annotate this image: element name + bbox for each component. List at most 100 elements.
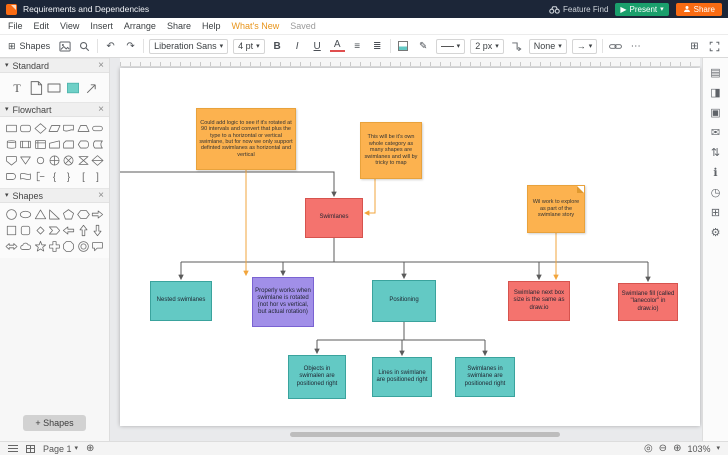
zoom-level[interactable]: 103% (687, 444, 710, 454)
bold-button[interactable]: B (270, 38, 285, 54)
shape-decision[interactable] (34, 121, 47, 136)
line-color-button[interactable]: ✎ (416, 38, 431, 54)
document-list-icon[interactable] (8, 445, 18, 452)
shape-cylinder[interactable] (5, 137, 18, 152)
shape-merge[interactable] (19, 153, 32, 168)
insert-image-icon[interactable] (57, 38, 72, 54)
close-icon[interactable]: × (98, 104, 104, 115)
shape-filled-rect[interactable] (64, 78, 82, 97)
menu-item-file[interactable]: File (8, 21, 23, 31)
fullscreen-icon[interactable] (707, 38, 722, 54)
node-note-explore-swimlane-story[interactable]: Wil work to explore as part of the swiml… (527, 185, 585, 233)
node-swimlane-fill[interactable]: Swimlane fill (called "lanecolor" in dra… (618, 283, 678, 321)
menu-item-what-s-new[interactable]: What's New (231, 21, 279, 31)
node-properly-works-rotated[interactable]: Properly works when swimlane is rotated … (252, 277, 314, 327)
shape-triangle[interactable] (34, 207, 47, 222)
menu-item-view[interactable]: View (60, 21, 79, 31)
italic-button[interactable]: I (290, 38, 305, 54)
shape-rounded[interactable] (19, 121, 32, 136)
menu-item-edit[interactable]: Edit (34, 21, 50, 31)
shape-manual-input[interactable] (48, 137, 61, 152)
shape-arrow-right[interactable] (91, 207, 104, 222)
menu-item-arrange[interactable]: Arrange (124, 21, 156, 31)
page-selector[interactable]: Page 1 ▾ (43, 444, 78, 454)
shape-cloud[interactable] (19, 239, 32, 254)
page-grid-icon[interactable] (26, 445, 35, 453)
node-note-rotation-logic[interactable]: Could add logic to see if it's rotated a… (196, 108, 296, 170)
shape-plus[interactable] (48, 239, 61, 254)
shape-card[interactable] (62, 137, 75, 152)
zoom-out-button[interactable]: ⊖ (659, 444, 667, 454)
more-shapes-button[interactable]: + Shapes (23, 415, 85, 431)
shape-square[interactable] (5, 223, 18, 238)
font-family-select[interactable]: Liberation Sans ▾ (149, 39, 228, 54)
shape-bracket-left[interactable]: [ (76, 169, 89, 184)
stroke-width-select[interactable]: 2 px ▾ (470, 39, 504, 54)
menu-item-help[interactable]: Help (202, 21, 221, 31)
panel-document-icon[interactable]: ▤ (710, 68, 720, 79)
more-options-button[interactable]: ⋯ (628, 38, 643, 54)
section-header-standard[interactable]: ▾Standard× (0, 58, 109, 73)
link-icon[interactable] (608, 38, 623, 54)
font-size-select[interactable]: 4 pt ▾ (233, 39, 265, 54)
zoom-fit-icon[interactable]: ◎ (644, 444, 653, 454)
zoom-in-button[interactable]: ⊕ (673, 444, 681, 454)
node-objects-positioned[interactable]: Objects in swimalen are positioned right (288, 355, 346, 399)
shape-internal-storage[interactable] (34, 137, 47, 152)
menu-item-share[interactable]: Share (167, 21, 191, 31)
panel-history-icon[interactable]: ◷ (711, 188, 721, 199)
shape-arrow-up[interactable] (76, 223, 89, 238)
panel-layers-icon[interactable]: ⊞ (711, 208, 720, 219)
document-title[interactable]: Requirements and Dependencies (23, 4, 149, 14)
node-lines-positioned[interactable]: Lines in swimlane are positioned right (372, 357, 432, 397)
shape-off-page[interactable] (5, 153, 18, 168)
shape-circle[interactable] (5, 207, 18, 222)
shape-note[interactable] (27, 78, 45, 97)
shape-chevron[interactable] (48, 223, 61, 238)
shape-predefined[interactable] (19, 137, 32, 152)
shape-connector-dot[interactable] (34, 153, 47, 168)
node-note-own-category[interactable]: This will be it's own whole category as … (360, 122, 422, 179)
shape-hexagon[interactable] (76, 207, 89, 222)
shape-paper-tape[interactable] (19, 169, 32, 184)
panel-settings-icon[interactable]: ⚙ (711, 228, 721, 239)
shape-process[interactable] (5, 121, 18, 136)
shape-arrow-both[interactable] (5, 239, 18, 254)
panel-shapes-icon[interactable]: ◨ (710, 88, 720, 99)
feature-find-button[interactable]: Feature Find (549, 5, 608, 14)
line-end-select[interactable]: → ▾ (572, 39, 598, 54)
redo-button[interactable]: ↷ (123, 38, 138, 54)
underline-button[interactable]: U (310, 38, 325, 54)
node-next-box-size[interactable]: Swimlane next box size is the same as dr… (508, 281, 570, 321)
shape-callout[interactable] (91, 239, 104, 254)
toggle-shapes-panel-button[interactable]: ⊞ Shapes (6, 41, 52, 52)
panel-comments-icon[interactable]: ✉ (711, 128, 720, 139)
canvas[interactable]: Could add logic to see if it's rotated a… (110, 58, 702, 441)
section-header-shapes[interactable]: ▾Shapes× (0, 188, 109, 203)
shape-brace-left[interactable]: { (48, 169, 61, 184)
shape-display[interactable] (76, 137, 89, 152)
close-icon[interactable]: × (98, 60, 104, 71)
text-align-button[interactable]: ≡ (350, 38, 365, 54)
shape-annotation[interactable] (34, 169, 47, 184)
shape-collate[interactable] (76, 153, 89, 168)
section-header-flowchart[interactable]: ▾Flowchart× (0, 102, 109, 117)
shape-summing[interactable] (62, 153, 75, 168)
node-swimlanes-positioned[interactable]: Swimlanes in swimlane are positioned rig… (455, 357, 515, 397)
menu-item-insert[interactable]: Insert (90, 21, 113, 31)
shape-arrow-down[interactable] (91, 223, 104, 238)
text-color-button[interactable]: A (330, 41, 345, 52)
shape-brace-right[interactable]: } (62, 169, 75, 184)
line-style-select[interactable]: ▾ (436, 39, 466, 54)
shape-document[interactable] (62, 121, 75, 136)
shape-bracket-right[interactable]: ] (91, 169, 104, 184)
line-start-select[interactable]: None ▾ (529, 39, 567, 54)
shape-arrow-left[interactable] (62, 223, 75, 238)
shape-stored-data[interactable] (91, 137, 104, 152)
undo-button[interactable]: ↶ (103, 38, 118, 54)
shape-ring[interactable] (76, 239, 89, 254)
shape-arrow-ne[interactable] (83, 78, 101, 97)
shape-trapezoid[interactable] (76, 121, 89, 136)
shape-delay[interactable] (5, 169, 18, 184)
connector-type-button[interactable] (509, 38, 524, 54)
